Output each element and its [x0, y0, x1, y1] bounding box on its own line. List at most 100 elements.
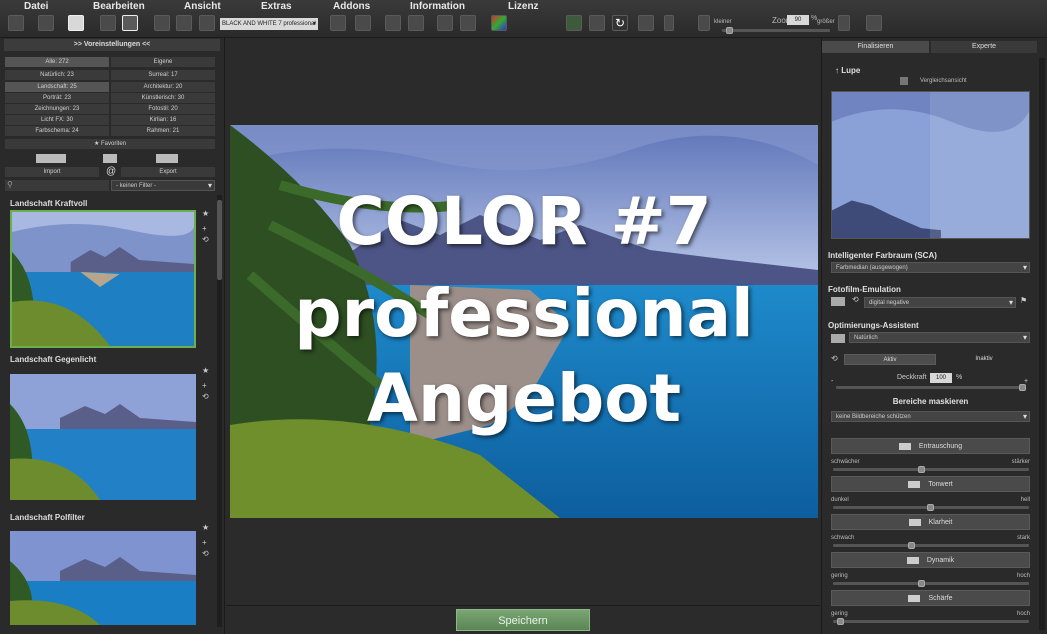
category-photostyle[interactable]: Fotostil: 20 [111, 104, 215, 114]
category-natural[interactable]: Natürlich: 23 [5, 70, 109, 80]
save-button[interactable]: Speichern [456, 609, 590, 631]
compare-icon[interactable] [589, 15, 605, 31]
mirror-icon[interactable] [638, 15, 654, 31]
optimizer-refresh-icon[interactable]: ⟲ [831, 354, 838, 363]
compare-checkbox[interactable] [900, 77, 908, 85]
favorite-star-icon-2[interactable]: ★ [202, 366, 209, 375]
optimizer-select[interactable]: Natürlich [849, 332, 1030, 343]
category-lightfx[interactable]: Licht FX: 30 [5, 115, 109, 125]
share-icon[interactable] [199, 15, 215, 31]
dynamik-slider-knob[interactable] [918, 580, 925, 587]
menu-information[interactable]: Information [410, 1, 465, 12]
zoom-out-icon[interactable] [698, 15, 710, 31]
category-landscape[interactable]: Landschaft: 25 [5, 82, 109, 92]
refresh-icon-2[interactable]: ⟲ [202, 392, 209, 401]
presets-scrollbar[interactable] [217, 195, 222, 627]
optimizer-grid-icon[interactable] [831, 334, 845, 343]
tab-expert[interactable]: Experte [931, 41, 1037, 53]
tonwert-button[interactable]: Tonwert [831, 476, 1030, 492]
entrauschung-slider[interactable] [833, 468, 1029, 471]
import-button[interactable]: Import [5, 167, 99, 177]
menu-extras[interactable]: Extras [261, 1, 292, 12]
refresh-icon-1[interactable]: ⟲ [202, 235, 209, 244]
opacity-minus-icon[interactable]: - [831, 378, 833, 385]
zoom-slider-knob[interactable] [726, 27, 733, 34]
zoom-input[interactable]: 90 [787, 15, 809, 25]
film-select[interactable]: digital negative [864, 297, 1016, 308]
entrauschung-button[interactable]: Entrauschung [831, 438, 1030, 454]
rotate-icon[interactable] [866, 15, 882, 31]
klarheit-button[interactable]: Klarheit [831, 514, 1030, 530]
category-frames[interactable]: Rahmen: 21 [111, 126, 215, 136]
menu-bearbeiten[interactable]: Bearbeiten [93, 1, 145, 12]
export-button[interactable]: Export [121, 167, 215, 177]
tonwert-slider-knob[interactable] [927, 504, 934, 511]
export-icon[interactable] [385, 15, 401, 31]
category-kirlian[interactable]: Kirlian: 16 [111, 115, 215, 125]
active-button[interactable]: Aktiv [844, 354, 936, 365]
menu-ansicht[interactable]: Ansicht [184, 1, 221, 12]
opacity-input[interactable]: 100 [930, 373, 952, 383]
category-own[interactable]: Eigene [111, 57, 215, 67]
film-refresh-icon[interactable]: ⟲ [852, 295, 859, 304]
import-grid-icon[interactable] [36, 154, 66, 163]
favorite-star-icon-1[interactable]: ★ [202, 209, 209, 218]
raw-icon[interactable] [100, 15, 116, 31]
filter-select[interactable]: - keinen Filter - [111, 180, 215, 191]
crop-icon[interactable] [437, 15, 453, 31]
tab-finalize[interactable]: Finalisieren [822, 41, 929, 53]
category-colorscheme[interactable]: Farbschema: 24 [5, 126, 109, 136]
plus-icon-1[interactable]: + [202, 224, 207, 233]
film-flag-icon[interactable]: ⚑ [1020, 296, 1027, 305]
category-all[interactable]: Alle: 272 [5, 57, 109, 67]
histogram-icon[interactable] [491, 15, 507, 31]
sca-select[interactable]: Farbmedian (ausgewogen) [831, 262, 1030, 273]
preset-thumb-3[interactable] [10, 531, 196, 625]
open-file-icon[interactable] [38, 15, 54, 31]
opacity-slider-knob[interactable] [1019, 384, 1026, 391]
zoom-slider[interactable] [722, 29, 830, 32]
film-grid-icon[interactable] [831, 297, 845, 306]
preset-select[interactable]: BLACK AND WHITE 7 professional [220, 18, 318, 30]
inactive-button[interactable]: Inaktiv [938, 354, 1030, 365]
at-grid-icon[interactable] [103, 154, 117, 163]
opacity-slider[interactable] [836, 386, 1026, 389]
save-icon[interactable] [154, 15, 170, 31]
klarheit-slider[interactable] [833, 544, 1029, 547]
search-input[interactable]: ⚲ [5, 180, 109, 191]
dynamik-button[interactable]: Dynamik [831, 552, 1030, 568]
presets-header[interactable]: >> Voreinstellungen << [4, 39, 220, 51]
zoom-in-icon[interactable] [838, 15, 850, 31]
plus-icon-2[interactable]: + [202, 381, 207, 390]
at-icon[interactable]: @ [106, 166, 116, 177]
print-dialog-icon[interactable] [408, 15, 424, 31]
menu-addons[interactable]: Addons [333, 1, 370, 12]
menu-lizenz[interactable]: Lizenz [508, 1, 539, 12]
favorite-star-icon-3[interactable]: ★ [202, 523, 209, 532]
scharfe-button[interactable]: Schärfe [831, 590, 1030, 606]
category-drawings[interactable]: Zeichnungen: 23 [5, 104, 109, 114]
mask-select[interactable]: keine Bildbereiche schützen [831, 411, 1030, 422]
molecule-icon[interactable] [122, 15, 138, 31]
more-icon[interactable] [664, 15, 674, 31]
category-surreal[interactable]: Surreal: 17 [111, 70, 215, 80]
refresh-icon-3[interactable]: ⟲ [202, 549, 209, 558]
favorites-button[interactable]: ★ Favoriten [5, 139, 215, 149]
preset-thumb-1[interactable] [10, 210, 196, 348]
plus-icon-3[interactable]: + [202, 538, 207, 547]
scharfe-slider-knob[interactable] [837, 618, 844, 625]
preset-thumb-2[interactable] [10, 374, 196, 500]
category-architecture[interactable]: Architektur: 20 [111, 82, 215, 92]
menu-datei[interactable]: Datei [24, 1, 48, 12]
scharfe-slider[interactable] [833, 620, 1029, 623]
export-grid-icon[interactable] [156, 154, 178, 163]
columns-icon[interactable] [460, 15, 476, 31]
dynamik-slider[interactable] [833, 582, 1029, 585]
entrauschung-slider-knob[interactable] [918, 466, 925, 473]
new-file-icon[interactable] [8, 15, 24, 31]
batch-icon[interactable] [68, 15, 84, 31]
category-portrait[interactable]: Porträt: 23 [5, 93, 109, 103]
print-icon[interactable] [176, 15, 192, 31]
settings-scrollbar[interactable] [1039, 58, 1045, 630]
dice-icon[interactable] [330, 15, 346, 31]
